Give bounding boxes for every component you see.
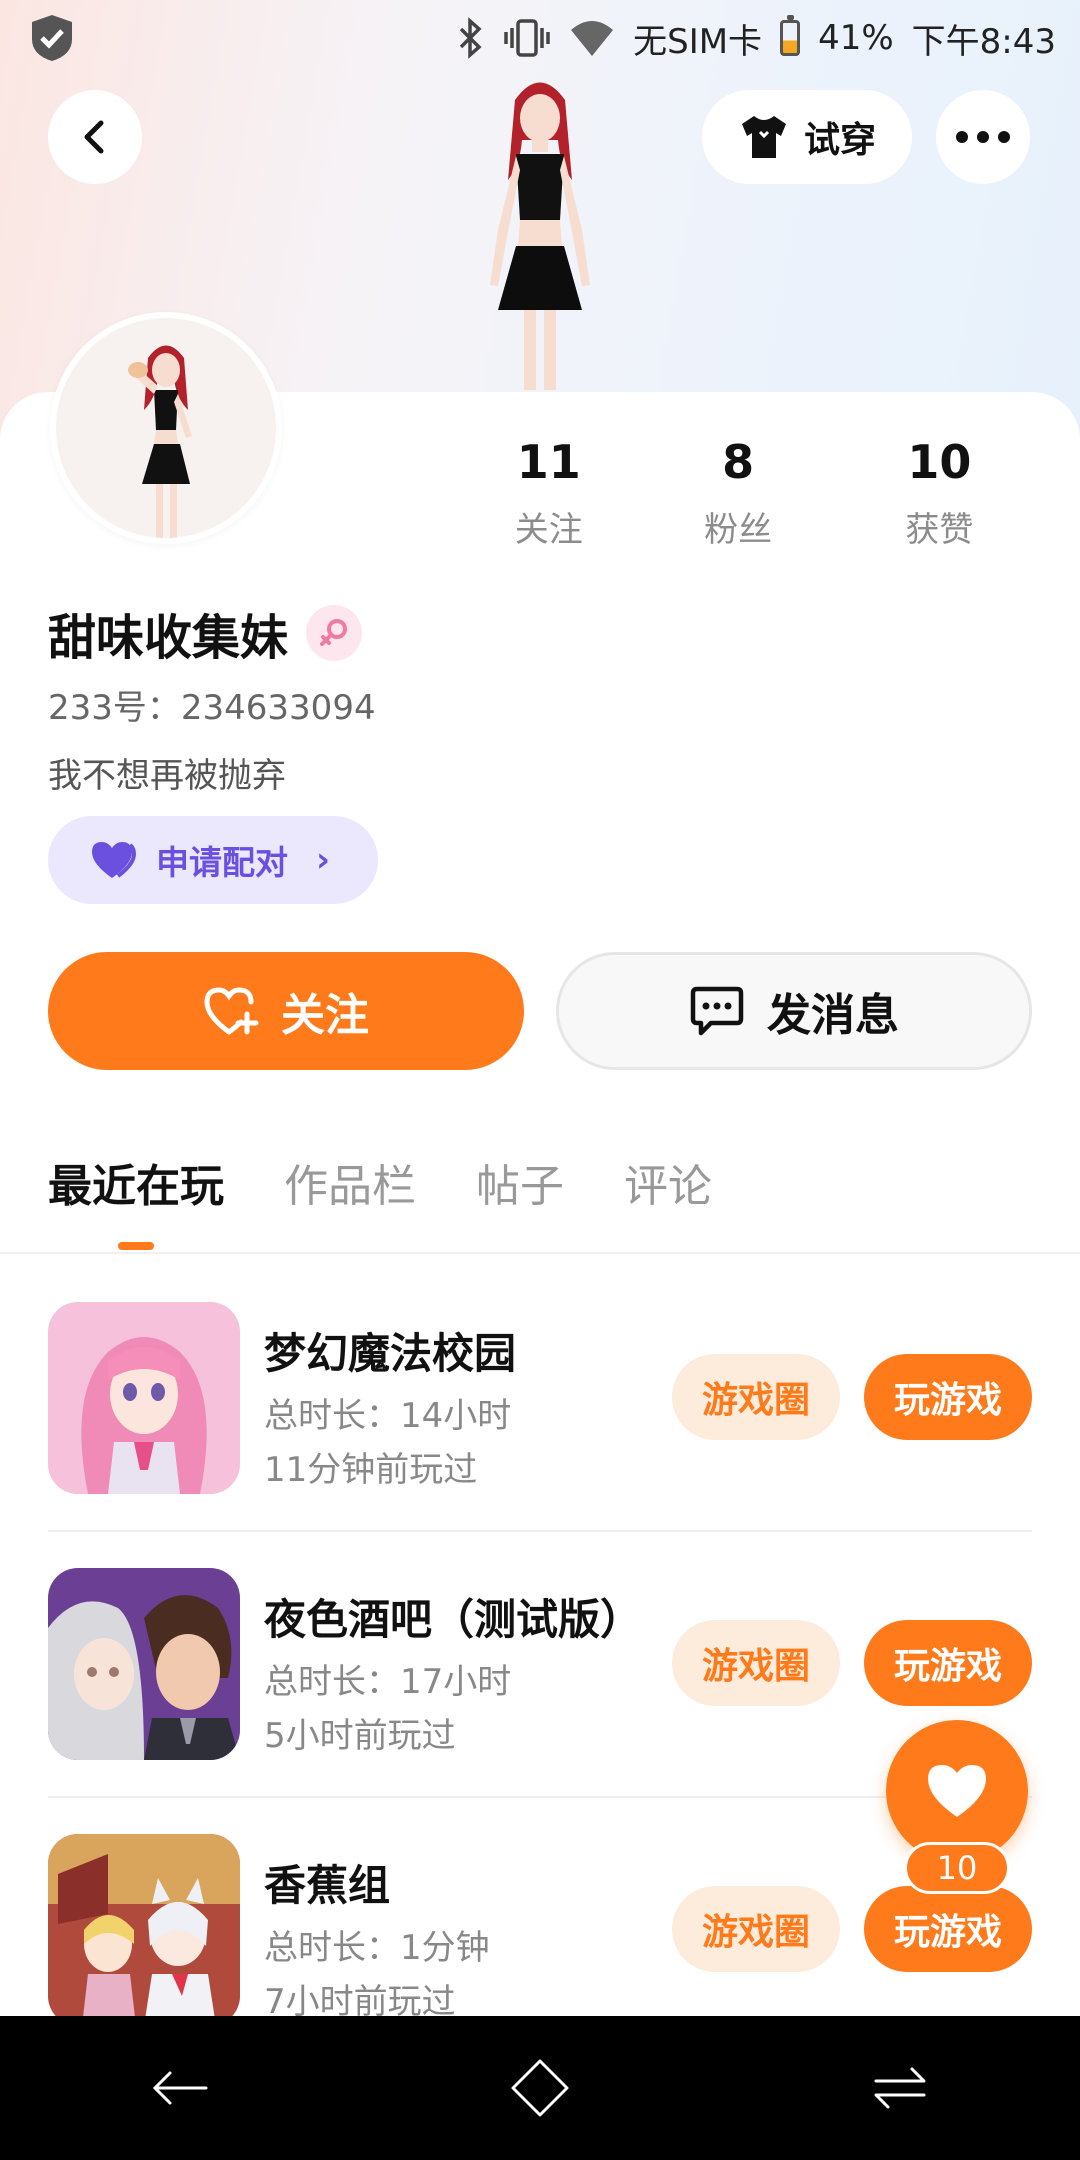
more-dots-icon [956, 131, 1010, 143]
list-item[interactable]: 梦幻魔法校园 总时长：14小时 11分钟前玩过 游戏圈 玩游戏 [48, 1302, 1032, 1568]
nav-back-button[interactable] [135, 2043, 225, 2133]
game-last-played: 11分钟前玩过 [264, 1450, 478, 1490]
tshirt-icon [741, 116, 786, 158]
game-icon[interactable] [48, 1302, 240, 1494]
game-icon[interactable] [48, 1568, 240, 1760]
tabs-divider [0, 1252, 1080, 1254]
user-name: 甜味收集妹 [48, 610, 289, 666]
heart-plus-icon [204, 987, 259, 1035]
tab-works[interactable]: 作品栏 [284, 1150, 416, 1250]
game-title: 夜色酒吧（测试版） [264, 1595, 643, 1644]
apply-pair-label: 申请配对 [156, 843, 288, 882]
stat-fans[interactable]: 8 粉丝 [638, 432, 839, 551]
stat-label: 获赞 [905, 510, 974, 550]
avatar[interactable] [50, 312, 282, 544]
heart-icon [928, 1765, 986, 1817]
sim-status: 无SIM卡 [633, 21, 763, 62]
system-nav-bar [0, 2016, 1080, 2160]
try-on-button[interactable]: 试穿 [702, 90, 912, 184]
play-game-button[interactable]: 玩游戏 [864, 1886, 1032, 1972]
vibrate-icon [504, 19, 550, 57]
try-on-label: 试穿 [803, 120, 876, 161]
nav-back-icon [152, 2071, 208, 2105]
more-options-button[interactable] [936, 90, 1030, 184]
list-divider [48, 1530, 1032, 1532]
list-divider [48, 1796, 1032, 1798]
game-circle-button[interactable]: 游戏圈 [672, 1354, 840, 1440]
stat-number: 10 [907, 435, 972, 489]
like-fab-button[interactable] [886, 1720, 1028, 1862]
user-id: 233号：234633094 [48, 688, 376, 728]
game-duration: 总时长：1分钟 [264, 1928, 490, 1968]
clock: 下午8:43 [911, 21, 1056, 62]
shield-check-icon [32, 15, 72, 61]
avatar-3d-figure [490, 82, 590, 390]
message-label: 发消息 [767, 990, 899, 1041]
tab-posts[interactable]: 帖子 [476, 1150, 564, 1250]
name-row: 甜味收集妹 [48, 598, 363, 668]
wifi-icon [571, 21, 614, 56]
game-title: 梦幻魔法校园 [264, 1329, 517, 1378]
battery-percent: 41% [818, 18, 894, 58]
play-game-button[interactable]: 玩游戏 [864, 1620, 1032, 1706]
stat-number: 11 [516, 435, 581, 489]
status-bar: 无SIM卡 41% 下午8:43 [0, 0, 1080, 76]
heart-pair-icon [92, 842, 137, 878]
play-game-button[interactable]: 玩游戏 [864, 1354, 1032, 1440]
profile-stats: 11 关注 8 粉丝 10 获赞 [460, 432, 1040, 551]
stat-following[interactable]: 11 关注 [460, 432, 638, 551]
like-count-badge: 10 [904, 1842, 1010, 1894]
nav-recents-button[interactable] [855, 2043, 945, 2133]
game-duration: 总时长：17小时 [264, 1662, 512, 1702]
stat-number: 8 [722, 435, 755, 489]
back-button[interactable] [48, 90, 142, 184]
game-icon[interactable] [48, 1834, 240, 2026]
chat-bubble-icon [690, 986, 744, 1036]
nav-recents-icon [874, 2067, 926, 2109]
nav-home-button[interactable] [495, 2043, 585, 2133]
game-circle-button[interactable]: 游戏圈 [672, 1886, 840, 1972]
profile-tabs: 最近在玩 作品栏 帖子 评论 [48, 1150, 712, 1250]
follow-button[interactable]: 关注 [48, 952, 524, 1070]
follow-label: 关注 [281, 990, 369, 1041]
game-last-played: 5小时前玩过 [264, 1716, 456, 1756]
stat-label: 粉丝 [704, 510, 773, 550]
list-item[interactable]: 夜色酒吧（测试版） 总时长：17小时 5小时前玩过 游戏圈 玩游戏 [48, 1568, 1032, 1834]
bluetooth-icon [459, 17, 482, 59]
avatar-figure [128, 345, 192, 538]
battery-icon [780, 15, 801, 56]
stat-likes[interactable]: 10 获赞 [839, 432, 1040, 551]
tab-comments[interactable]: 评论 [624, 1150, 712, 1250]
chevron-right-icon: › [316, 840, 331, 880]
tab-recent-play[interactable]: 最近在玩 [48, 1150, 224, 1250]
stat-label: 关注 [514, 510, 583, 550]
game-title: 香蕉组 [264, 1861, 391, 1910]
message-button[interactable]: 发消息 [556, 952, 1032, 1070]
apply-pair-button[interactable]: 申请配对 › [48, 816, 378, 904]
back-arrow-icon [84, 120, 104, 154]
user-bio: 我不想再被抛弃 [48, 756, 286, 796]
game-circle-button[interactable]: 游戏圈 [672, 1620, 840, 1706]
nav-home-icon [511, 2059, 569, 2117]
gender-female-icon [306, 605, 363, 661]
game-duration: 总时长：14小时 [264, 1396, 512, 1436]
